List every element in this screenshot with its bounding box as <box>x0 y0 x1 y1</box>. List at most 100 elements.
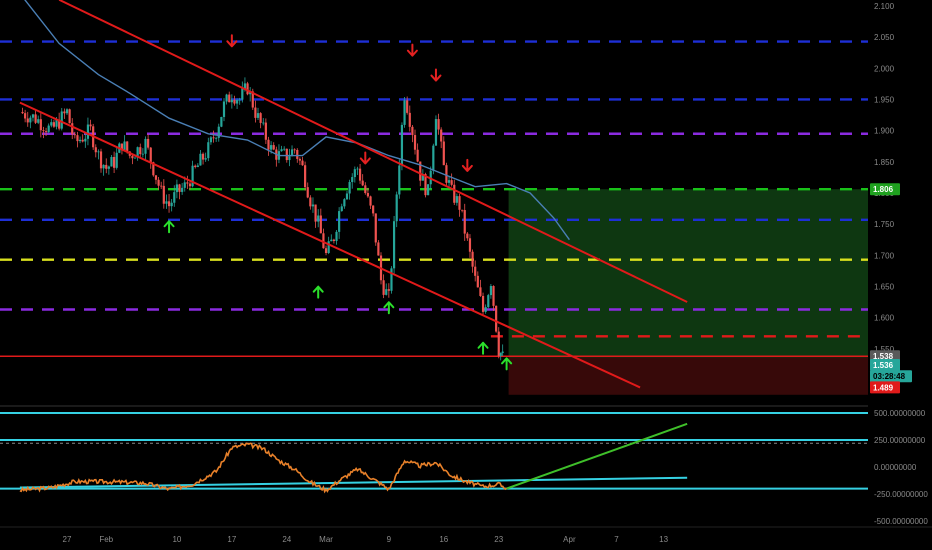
candle-body-78 <box>225 94 228 102</box>
candle-body-122 <box>340 206 343 212</box>
candle-body-11 <box>50 122 53 126</box>
candle-body-131 <box>364 185 367 194</box>
candle-body-90 <box>256 113 260 118</box>
candle-body-68 <box>199 153 202 166</box>
candle-body-74 <box>215 137 218 139</box>
candle-body-10 <box>47 125 50 132</box>
candle-body-108 <box>304 165 307 188</box>
candle-body-104 <box>293 149 296 151</box>
candle-body-77 <box>222 101 226 117</box>
time-tick-11: 13 <box>659 535 668 544</box>
price-tick-5: 1.850 <box>874 158 895 167</box>
candle-body-130 <box>361 180 364 186</box>
candle-body-67 <box>196 165 199 168</box>
candle-body-21 <box>76 135 79 142</box>
candle-body-119 <box>332 239 335 242</box>
candle-body-60 <box>178 184 181 192</box>
candle-body-184 <box>501 351 504 353</box>
candle-body-30 <box>99 151 103 169</box>
candle-body-121 <box>338 211 341 232</box>
candle-body-69 <box>201 153 205 160</box>
candle-body-33 <box>107 166 110 169</box>
candle-body-171 <box>468 238 472 252</box>
candle-body-63 <box>186 182 189 184</box>
candle-body-81 <box>233 99 236 104</box>
price-tag-3: 03:28:48 <box>873 372 906 381</box>
oscillator-tick-3: -250.00000000 <box>874 490 928 499</box>
candle-body-116 <box>324 248 328 254</box>
candle-body-146 <box>403 100 406 125</box>
candle-body-9 <box>44 131 48 132</box>
candle-body-168 <box>461 209 464 211</box>
candle-body-112 <box>314 204 317 222</box>
position-zones <box>508 189 868 395</box>
price-tag-4: 1.489 <box>873 383 894 392</box>
candle-body-23 <box>81 139 84 142</box>
candle-body-55 <box>165 201 168 204</box>
candle-body-16 <box>63 111 66 114</box>
candle-body-57 <box>170 202 173 207</box>
price-tick-4: 1.900 <box>874 127 895 136</box>
trading-chart[interactable]: 2.1002.0502.0001.9501.9001.8501.8001.750… <box>0 0 932 550</box>
candle-body-46 <box>141 153 144 155</box>
candle-body-93 <box>264 122 267 140</box>
candle-body-19 <box>71 123 74 135</box>
candle-body-101 <box>285 148 288 161</box>
price-tick-0: 2.100 <box>874 2 895 11</box>
candle-body-164 <box>450 180 453 185</box>
candle-body-165 <box>453 184 456 203</box>
candle-body-140 <box>387 289 390 291</box>
candle-body-59 <box>175 184 178 193</box>
candle-body-54 <box>162 185 165 204</box>
candle-body-180 <box>492 286 495 306</box>
candle-body-142 <box>392 221 396 269</box>
candle-body-114 <box>319 215 322 234</box>
candle-body-132 <box>366 193 370 197</box>
candle-body-2 <box>26 118 29 123</box>
candle-body-126 <box>351 177 354 183</box>
candle-body-166 <box>455 196 458 203</box>
candle-body-6 <box>37 119 40 123</box>
candle-body-162 <box>445 165 448 183</box>
candle-body-79 <box>228 94 231 103</box>
time-tick-7: 16 <box>439 535 448 544</box>
candle-body-58 <box>173 192 176 203</box>
candle-body-28 <box>94 147 97 153</box>
candle-body-113 <box>317 215 320 222</box>
candle-body-34 <box>110 156 113 167</box>
candle-body-53 <box>160 185 163 187</box>
candle-body-175 <box>479 287 482 296</box>
candle-body-160 <box>440 129 443 142</box>
candle-body-31 <box>102 164 105 169</box>
candle-body-123 <box>343 199 346 207</box>
candle-body-0 <box>21 111 24 114</box>
candle-body-43 <box>133 157 137 159</box>
candle-body-100 <box>283 148 286 150</box>
time-tick-9: Apr <box>563 535 576 544</box>
candle-body-148 <box>408 112 411 127</box>
price-tick-8: 1.700 <box>874 251 895 260</box>
candle-body-181 <box>495 305 498 332</box>
time-tick-8: 23 <box>494 535 503 544</box>
candle-body-183 <box>499 352 502 356</box>
candle-body-163 <box>447 180 451 183</box>
candle-body-178 <box>487 295 490 308</box>
candle-body-1 <box>24 113 27 119</box>
candle-body-15 <box>60 111 63 129</box>
candle-body-135 <box>374 213 377 243</box>
target-zone <box>508 189 868 358</box>
candle-body-24 <box>84 138 87 142</box>
price-tick-1: 2.050 <box>874 33 895 42</box>
time-tick-0: 27 <box>63 535 72 544</box>
candle-body-82 <box>235 100 239 104</box>
candle-body-76 <box>220 116 223 127</box>
candle-body-56 <box>167 201 171 207</box>
oscillator-tick-4: -500.00000000 <box>874 517 928 526</box>
candle-body-40 <box>126 141 129 152</box>
candle-body-107 <box>301 160 304 166</box>
candle-body-109 <box>306 187 309 198</box>
candle-body-26 <box>89 124 92 127</box>
candle-body-172 <box>471 251 474 267</box>
candle-body-143 <box>395 194 398 222</box>
candle-body-86 <box>246 83 249 95</box>
